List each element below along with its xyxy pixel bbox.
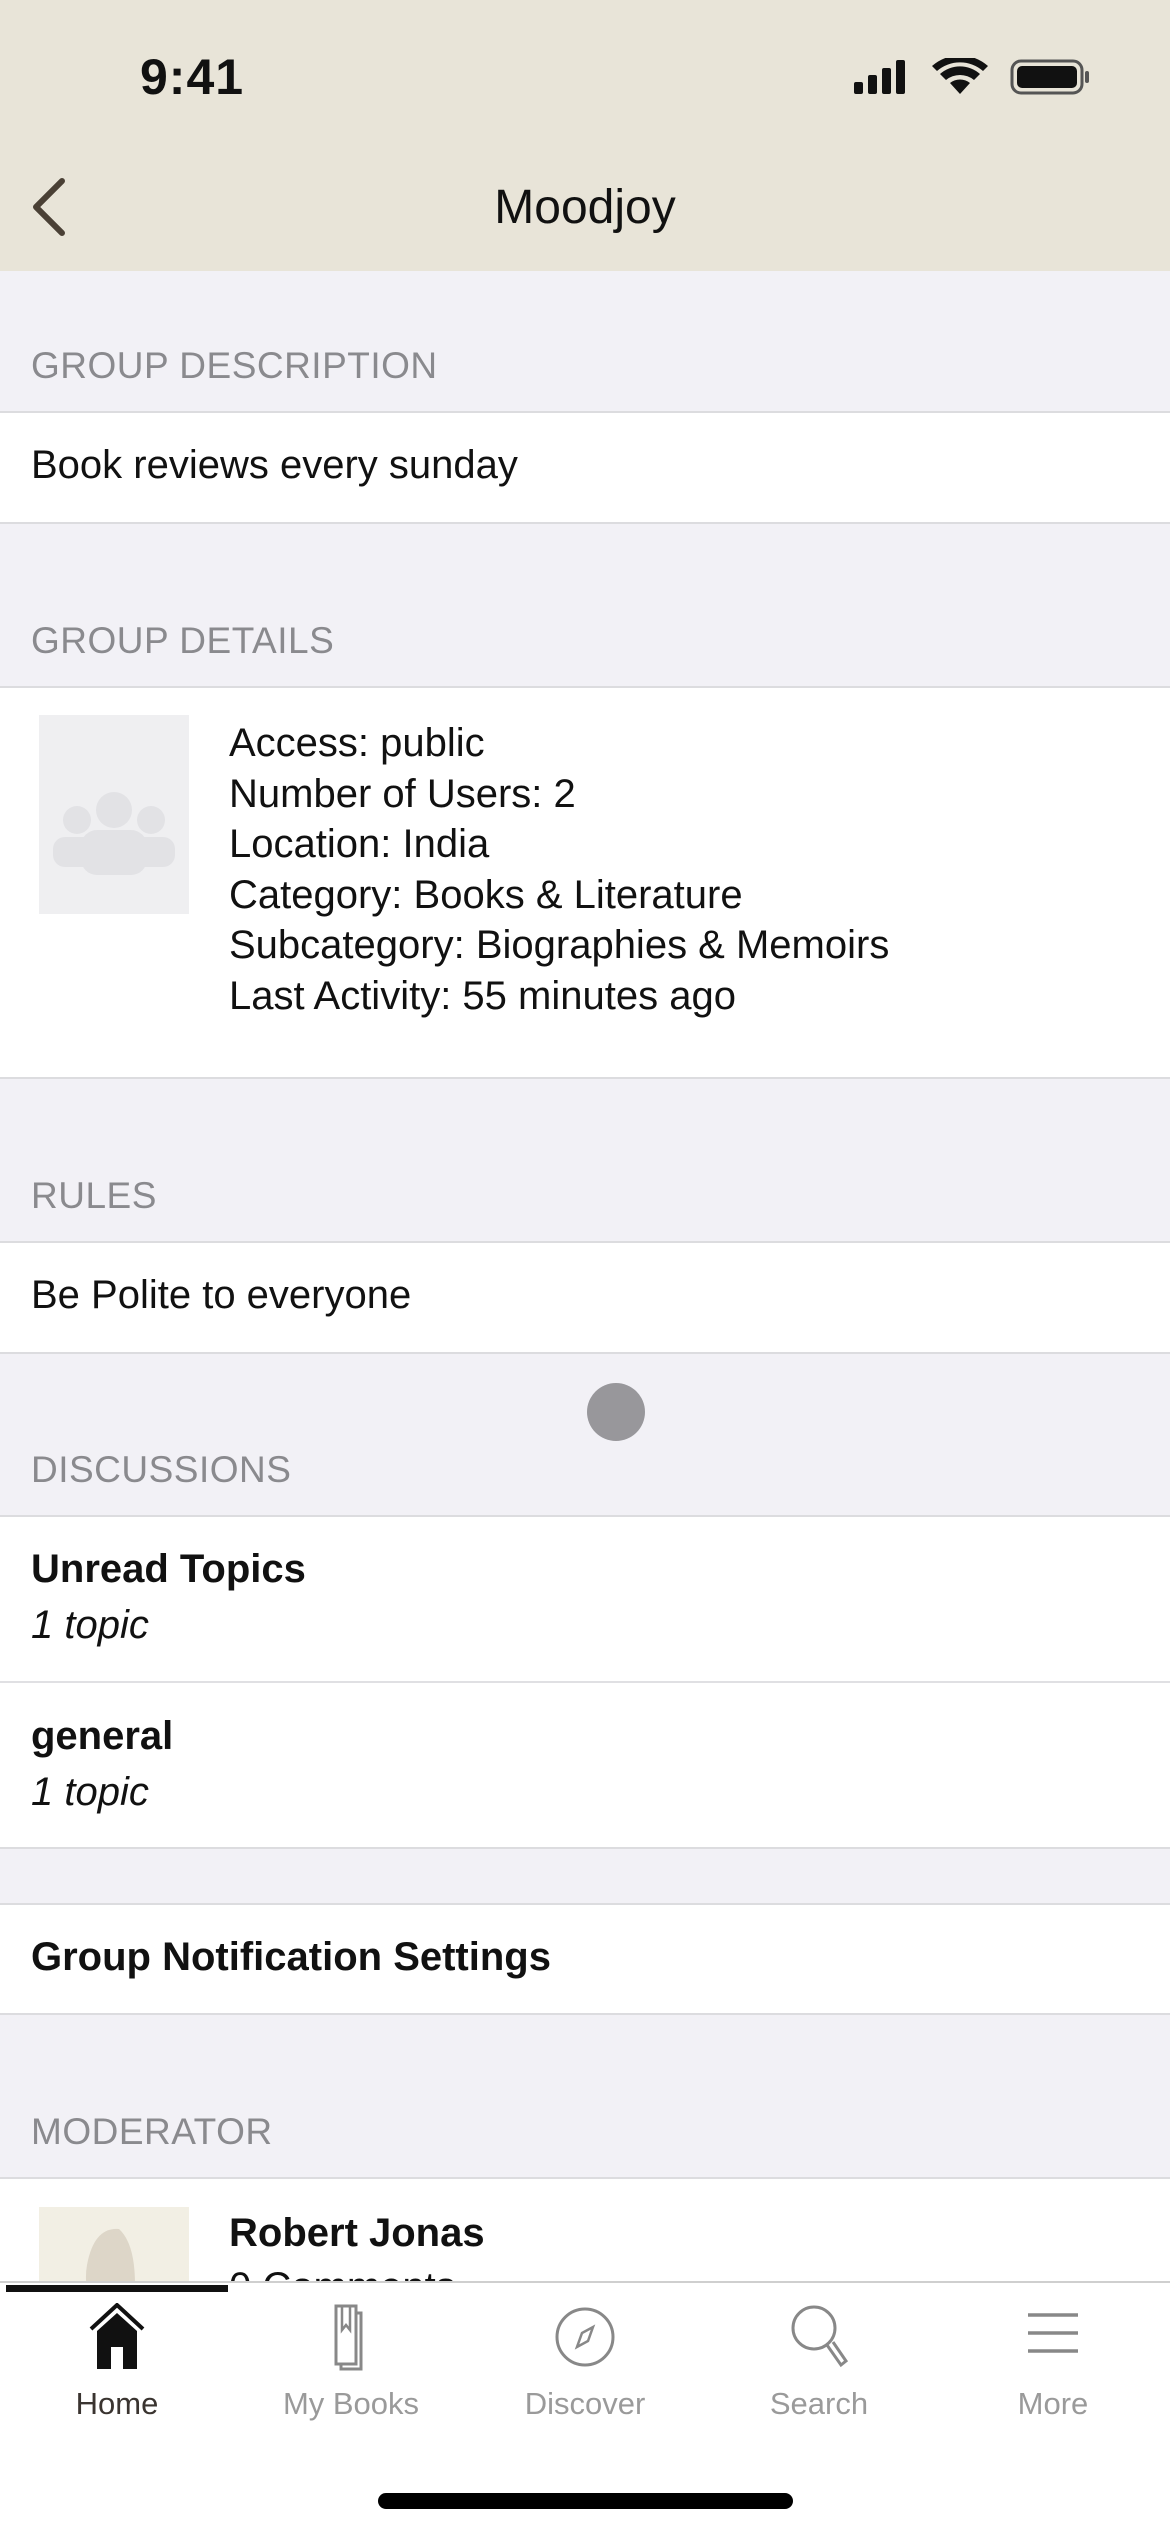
discussion-count: 1 topic xyxy=(31,1770,149,1814)
tab-label: Home xyxy=(75,2386,159,2421)
section-label-discussions: DISCUSSIONS xyxy=(31,1449,292,1490)
moderator-name: Robert Jonas xyxy=(229,2211,485,2255)
discussion-count: 1 topic xyxy=(31,1603,149,1647)
tab-discover[interactable]: Discover xyxy=(468,2283,702,2453)
books-icon xyxy=(334,2304,363,2371)
description-row: Book reviews every sunday xyxy=(0,411,1170,524)
section-label-rules: RULES xyxy=(31,1175,157,1216)
discussion-item-unread[interactable]: Unread Topics 1 topic xyxy=(0,1517,1170,1683)
notification-settings-label: Group Notification Settings xyxy=(31,1935,551,1979)
detail-access: Access: public xyxy=(229,721,485,765)
notification-settings-row[interactable]: Group Notification Settings xyxy=(0,1903,1170,2015)
page-title: Moodjoy xyxy=(494,181,676,234)
discussion-title: Unread Topics xyxy=(31,1547,306,1591)
detail-last-activity: Last Activity: 55 minutes ago xyxy=(229,973,736,1018)
search-icon xyxy=(791,2305,849,2368)
section-label-description: GROUP DESCRIPTION xyxy=(31,345,438,386)
description-text: Book reviews every sunday xyxy=(31,443,518,487)
home-icon xyxy=(89,2303,145,2369)
tab-label: Discover xyxy=(524,2386,646,2421)
details-row: Access: public Number of Users: 2 Locati… xyxy=(0,686,1170,1079)
tab-bar: Home My Books Discover Search More xyxy=(0,2281,1170,2532)
nav-header: 9:41 Moodjoy xyxy=(0,0,1170,271)
detail-category: Category: Books & Literature xyxy=(229,872,743,917)
discussion-title: general xyxy=(31,1714,174,1758)
group-image xyxy=(39,715,189,914)
status-icons xyxy=(854,58,1089,95)
tab-label: More xyxy=(1017,2386,1089,2421)
detail-users: Number of Users: 2 xyxy=(229,771,576,816)
rules-text: Be Polite to everyone xyxy=(31,1273,412,1317)
discussion-item-general[interactable]: general 1 topic xyxy=(0,1684,1170,1849)
status-time: 9:41 xyxy=(140,49,245,105)
section-label-details: GROUP DETAILS xyxy=(31,620,335,661)
tab-label: Search xyxy=(769,2386,869,2421)
tab-label: My Books xyxy=(282,2386,420,2421)
tab-home[interactable]: Home xyxy=(0,2283,234,2453)
home-indicator xyxy=(378,2493,793,2509)
detail-subcategory: Subcategory: Biographies & Memoirs xyxy=(229,923,890,967)
menu-icon xyxy=(1028,2313,1078,2353)
section-label-moderator: MODERATOR xyxy=(31,2111,273,2152)
tab-more[interactable]: More xyxy=(936,2283,1170,2453)
group-users-icon xyxy=(53,792,175,875)
rules-row: Be Polite to everyone xyxy=(0,1241,1170,1354)
tab-search[interactable]: Search xyxy=(702,2283,936,2453)
discussions-list: Unread Topics 1 topic general 1 topic xyxy=(0,1515,1170,1849)
compass-icon xyxy=(555,2307,615,2367)
touch-indicator xyxy=(587,1383,645,1441)
tab-my-books[interactable]: My Books xyxy=(234,2283,468,2453)
details-list: Access: public Number of Users: 2 Locati… xyxy=(229,718,889,1021)
detail-location: Location: India xyxy=(229,822,490,866)
